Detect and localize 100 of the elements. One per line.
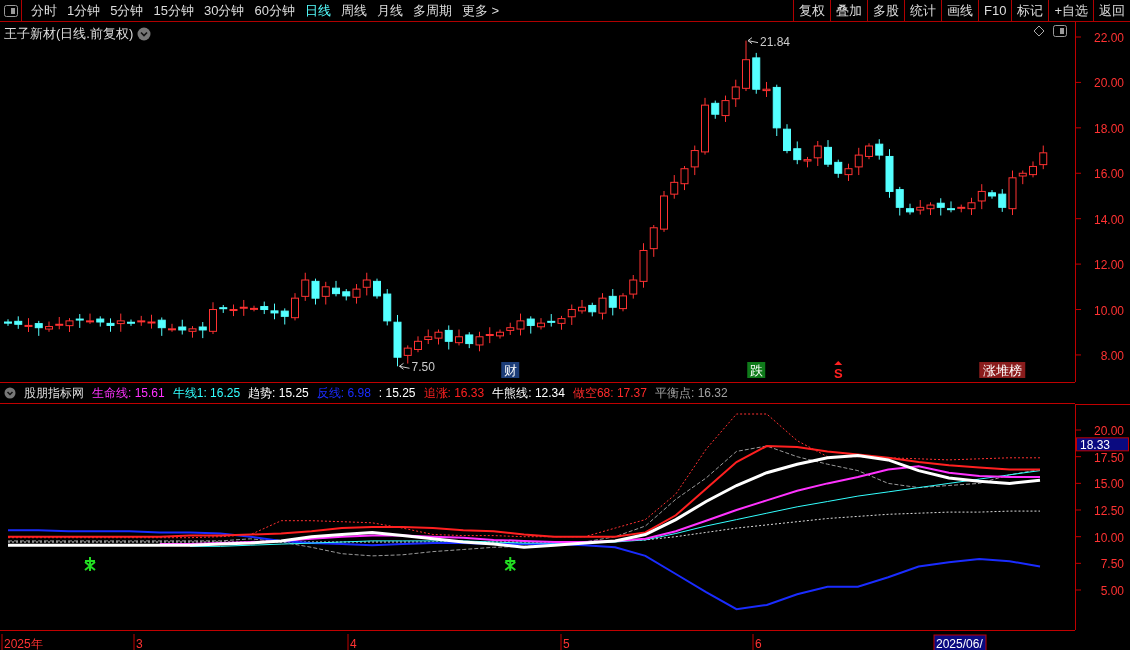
toolbar-button[interactable]: 复权 [793, 0, 830, 21]
candlestick [321, 281, 330, 305]
candlestick [916, 199, 925, 216]
period-tab[interactable]: 周线 [335, 0, 372, 21]
period-tab[interactable]: 5分钟 [105, 0, 149, 21]
legend-item: 追涨: 16.33 [423, 385, 485, 402]
candlestick [834, 159, 843, 179]
date-label: 6 [755, 637, 762, 650]
candlestick [250, 305, 258, 312]
candlestick [496, 329, 504, 340]
candlestick [649, 224, 658, 258]
candlestick [455, 329, 463, 346]
candlestick [485, 326, 494, 344]
axis-label: 10.00 [1093, 303, 1124, 318]
toolbar-button[interactable]: 画线 [941, 0, 978, 21]
candlestick [24, 317, 33, 333]
candlestick [557, 315, 566, 331]
candlestick [977, 183, 986, 210]
period-tab[interactable]: 分时 [26, 0, 62, 21]
signal-tag: 涨堆榜 [979, 362, 1026, 378]
legend-item: 生命线: 15.61 [92, 385, 165, 402]
candlestick [619, 292, 627, 312]
candlestick [65, 317, 74, 333]
signal-tag: 财 [501, 362, 520, 378]
candlestick [362, 272, 371, 296]
axis-label: 18.00 [1093, 121, 1124, 136]
diamond-icon[interactable] [1033, 25, 1045, 37]
candlestick [270, 303, 279, 320]
toolbar-button[interactable]: 叠加 [830, 0, 867, 21]
signal-tag: 跌 [747, 362, 766, 378]
toolbar-button[interactable]: 多股 [867, 0, 904, 21]
candlestick [14, 315, 23, 330]
candlestick [1029, 160, 1037, 178]
candlestick [198, 321, 207, 339]
candlestick [742, 40, 750, 92]
candlestick [260, 301, 269, 315]
candlestick [567, 304, 576, 326]
toolbar-button[interactable]: 标记 [1011, 0, 1049, 21]
legend-item: 牛线1: 16.25 [172, 385, 241, 402]
candlestick [926, 201, 935, 216]
axis-label: 22.00 [1093, 31, 1124, 45]
period-tab[interactable]: 日线 [299, 0, 336, 21]
period-tab[interactable]: 15分钟 [148, 0, 199, 21]
candlestick [783, 123, 791, 154]
candlestick [168, 323, 176, 333]
candlestick [106, 317, 115, 333]
candlestick [332, 280, 340, 297]
candlestick [988, 189, 996, 200]
legend-item: 趋势: 15.25 [248, 385, 309, 402]
candlestick [96, 315, 105, 328]
toolbar-button[interactable]: F10 [978, 0, 1012, 21]
axis-label: 15.00 [1093, 477, 1124, 492]
axis-label: 8.00 [1100, 348, 1124, 363]
candlestick [188, 325, 197, 339]
panel-toggle-icon[interactable] [1053, 25, 1067, 37]
period-tab[interactable]: 更多 > [456, 0, 505, 21]
candlestick [127, 319, 135, 327]
candlestick [947, 200, 955, 213]
date-cursor-label: 2025/06/ [933, 634, 987, 650]
candlestick [670, 174, 679, 200]
candlestick [680, 165, 689, 191]
axis-label: 7.50 [1100, 557, 1124, 572]
buy-signal-icon [84, 556, 96, 572]
period-tab[interactable]: 月线 [371, 0, 408, 21]
candlestick [239, 299, 248, 317]
candlestick [4, 318, 12, 327]
period-tab[interactable]: 1分钟 [62, 0, 106, 21]
candlestick [1039, 145, 1048, 170]
candlestick [824, 139, 832, 168]
candlestick [280, 307, 289, 325]
date-label: 2025年 [4, 637, 43, 650]
candlestick [526, 315, 535, 335]
toolbar-button[interactable]: 返回 [1093, 0, 1130, 21]
period-tab[interactable]: 多周期 [407, 0, 457, 21]
axis-label: 5.00 [1100, 584, 1124, 598]
toolbar-button[interactable]: +自选 [1048, 0, 1093, 21]
candlestick [157, 316, 166, 337]
axis-label: 17.50 [1093, 450, 1124, 465]
candlestick [86, 313, 94, 325]
period-tab[interactable]: 30分钟 [198, 0, 250, 21]
candlestick [75, 313, 84, 329]
panel-toggle-icon[interactable] [3, 4, 18, 17]
dropdown-icon[interactable] [137, 26, 152, 41]
candlestick [578, 299, 586, 315]
legend-item: 平衡点: 16.32 [654, 385, 728, 402]
axis-label: 14.00 [1093, 212, 1124, 227]
chart-title: 王子新材(日线.前复权) [4, 25, 134, 43]
candlestick [465, 331, 474, 349]
date-label: 4 [350, 637, 357, 650]
candlestick [690, 145, 699, 176]
candlestick [301, 272, 310, 302]
period-tab[interactable]: 60分钟 [249, 0, 300, 21]
candlestick [178, 319, 187, 335]
candlestick [865, 142, 873, 160]
toolbar-button[interactable]: 统计 [904, 0, 941, 21]
axis-label: 20.00 [1093, 424, 1124, 438]
candlestick [608, 288, 617, 316]
signal-label: S [833, 366, 843, 381]
collapse-icon[interactable] [4, 387, 16, 399]
candlestick [537, 317, 545, 330]
